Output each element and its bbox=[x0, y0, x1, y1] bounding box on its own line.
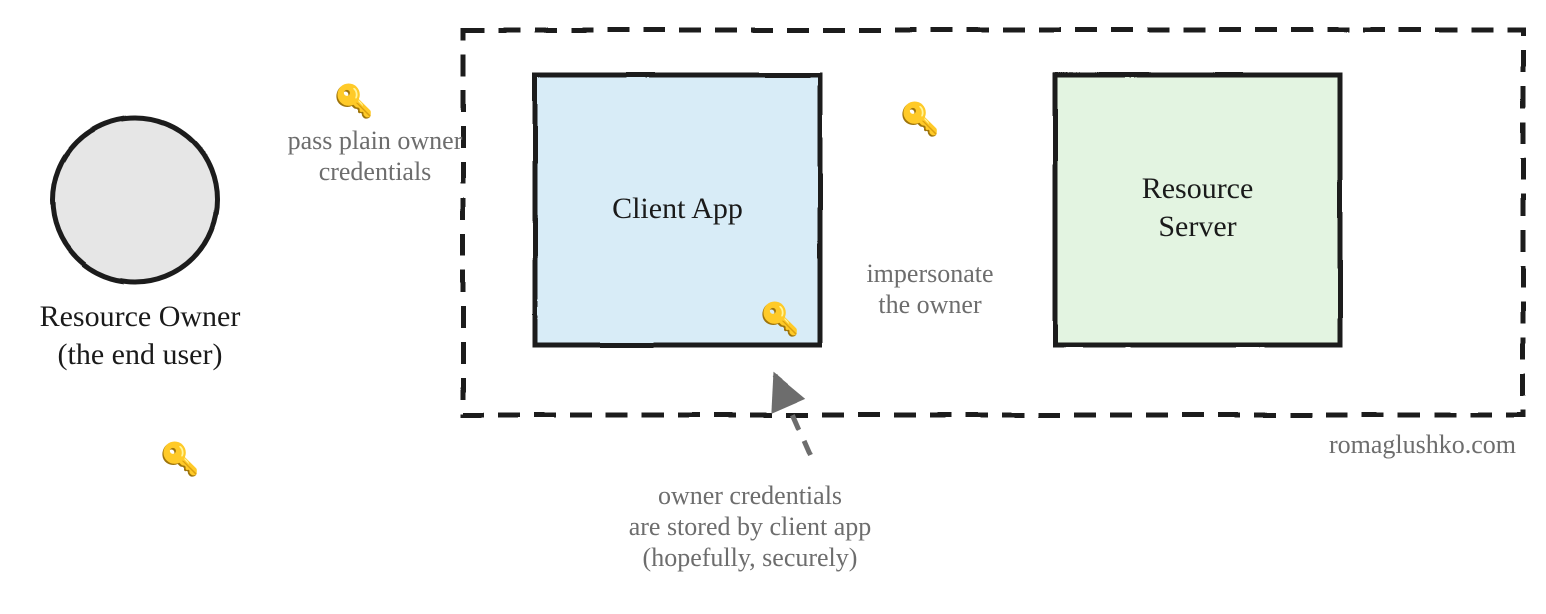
storage-note-l3: (hopefully, securely) bbox=[643, 543, 858, 572]
arrow1-label: pass plain owner credentials bbox=[255, 125, 495, 187]
storage-note-l1: owner credentials bbox=[658, 481, 842, 510]
resource-server-label-l2: Server bbox=[1158, 210, 1236, 243]
arrow2-label-l2: the owner bbox=[878, 290, 981, 319]
arrow1-label-l1: pass plain owner bbox=[288, 126, 463, 155]
resource-server-label: Resource Server bbox=[1055, 170, 1340, 245]
key-icon: 🔑 bbox=[900, 100, 940, 138]
key-icon: 🔑 bbox=[760, 300, 800, 338]
storage-note-l2: are stored by client app bbox=[629, 512, 872, 541]
resource-owner-label-l1: Resource Owner bbox=[40, 300, 241, 333]
client-app-label: Client App bbox=[535, 190, 820, 228]
storage-note: owner credentials are stored by client a… bbox=[560, 480, 940, 574]
credit-label: romaglushko.com bbox=[1329, 430, 1516, 460]
resource-owner-label: Resource Owner (the end user) bbox=[10, 298, 270, 373]
key-icon: 🔑 bbox=[334, 82, 374, 120]
resource-server-label-l1: Resource bbox=[1142, 172, 1254, 205]
arrow2-label-l1: impersonate bbox=[866, 259, 993, 288]
arrow1-label-l2: credentials bbox=[319, 157, 432, 186]
resource-owner-node bbox=[53, 118, 217, 282]
key-icon: 🔑 bbox=[160, 440, 200, 478]
arrow2-label: impersonate the owner bbox=[830, 258, 1030, 320]
resource-owner-label-l2: (the end user) bbox=[58, 338, 223, 371]
